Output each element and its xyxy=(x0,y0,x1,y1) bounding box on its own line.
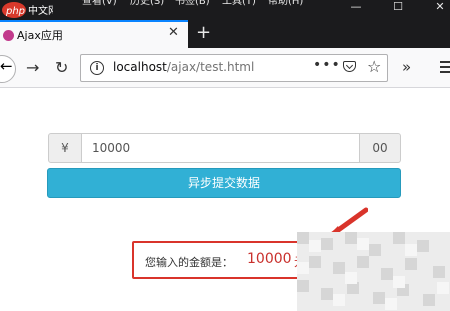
menu-item-view[interactable]: 查看(V) xyxy=(82,0,117,9)
menu-bar: php 中文网 查看(V) 历史(S) 书签(B) 工具(T) 帮助(H) — … xyxy=(0,0,450,18)
minimize-button[interactable]: — xyxy=(336,0,376,18)
currency-addon: ¥ xyxy=(48,133,82,163)
php-watermark-logo: php 中文网 xyxy=(2,2,53,18)
url-host: localhost xyxy=(113,60,167,74)
url-path: /ajax/test.html xyxy=(166,60,255,74)
reload-button[interactable]: ↻ xyxy=(55,58,68,78)
mosaic-blur-overlay xyxy=(297,232,450,311)
async-submit-button[interactable]: 异步提交数据 xyxy=(47,168,401,198)
url-bar[interactable]: i localhost/ajax/test.html ••• ☆ xyxy=(80,54,388,82)
forward-button[interactable]: → xyxy=(26,58,39,78)
close-tab-icon[interactable]: ✕ xyxy=(168,25,179,40)
menu-item-bookmarks[interactable]: 书签(B) xyxy=(175,0,210,9)
menu-item-tools[interactable]: 工具(T) xyxy=(222,0,256,9)
bookmark-star-icon[interactable]: ☆ xyxy=(367,57,381,76)
favicon-icon xyxy=(3,30,14,41)
new-tab-button[interactable]: + xyxy=(196,21,211,45)
result-label: 您输入的金额是： xyxy=(145,256,233,269)
tab-title: Ajax应用 xyxy=(17,29,63,42)
result-amount: 10000 xyxy=(247,251,292,267)
hamburger-menu-icon[interactable] xyxy=(440,61,450,73)
svg-text:php: php xyxy=(5,6,25,17)
menu-item-help[interactable]: 帮助(H) xyxy=(268,0,303,9)
pocket-icon[interactable] xyxy=(343,61,356,72)
cents-addon: 00 xyxy=(359,133,401,163)
svg-text:中文网: 中文网 xyxy=(28,4,53,17)
menu-item-history[interactable]: 历史(S) xyxy=(130,0,164,9)
amount-input[interactable] xyxy=(81,133,360,163)
info-icon[interactable]: i xyxy=(90,61,104,75)
url-text[interactable]: localhost/ajax/test.html xyxy=(113,60,254,74)
amount-input-group: ¥ 00 xyxy=(48,133,401,163)
back-arrow-icon: ← xyxy=(0,57,13,75)
maximize-button[interactable]: ☐ xyxy=(378,0,418,18)
page-actions-icon[interactable]: ••• xyxy=(313,57,341,73)
close-window-button[interactable]: ✕ xyxy=(420,0,450,18)
overflow-chevron-icon[interactable]: » xyxy=(402,58,411,76)
tab-ajax[interactable]: Ajax应用 ✕ xyxy=(0,20,188,48)
